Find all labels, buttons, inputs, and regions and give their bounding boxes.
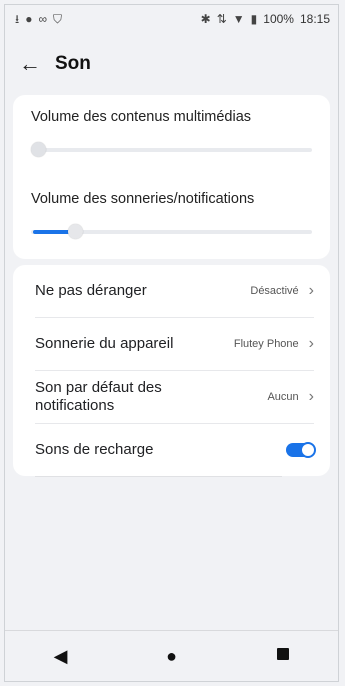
volume-card: Volume des contenus multimédias Volume d… [13, 95, 330, 259]
app-bar: ← Son [5, 33, 338, 95]
back-arrow-icon[interactable]: ← [19, 51, 55, 77]
do-not-disturb-row[interactable]: Ne pas déranger Désactivé › [35, 265, 314, 318]
charging-sounds-label: Sons de recharge [35, 441, 154, 458]
default-notification-sound-row[interactable]: Son par défaut des notifications Aucun › [35, 371, 314, 424]
settings-card: Ne pas déranger Désactivé › Sonnerie du … [13, 265, 330, 476]
chevron-right-icon: › [308, 335, 314, 352]
slider-thumb[interactable] [31, 142, 46, 157]
nav-home-icon[interactable]: ● [152, 646, 192, 667]
ringtone-label: Sonnerie du appareil [35, 335, 174, 352]
divider [35, 476, 282, 477]
media-volume-slider[interactable] [31, 142, 312, 157]
do-not-disturb-value: Désactivé [250, 285, 299, 297]
media-volume-label: Volume des contenus multimédias [31, 109, 252, 125]
clock: 18:15 [299, 12, 330, 26]
android-icon: ● [25, 12, 33, 26]
charging-sounds-row[interactable]: Sons de recharge [35, 424, 316, 476]
ringer-volume-slider[interactable] [31, 224, 312, 239]
link-icon: ∞ [38, 12, 48, 26]
chevron-right-icon: › [308, 388, 314, 405]
battery-icon: ▮ [250, 12, 258, 26]
ringtone-value: Flutey Phone [233, 338, 299, 350]
data-arrows-icon: ⇅ [216, 12, 227, 26]
nav-recents-button[interactable] [263, 647, 303, 665]
charging-sounds-toggle[interactable] [286, 442, 316, 458]
shield-icon: ⛉ [53, 12, 63, 26]
default-notification-sound-value: Aucun [267, 391, 299, 403]
page-title: Son [55, 53, 91, 74]
navigation-bar: ◀ ● [5, 630, 338, 681]
slider-thumb[interactable] [67, 224, 83, 239]
ringtone-row[interactable]: Sonnerie du appareil Flutey Phone › [35, 318, 314, 371]
recents-icon [276, 648, 289, 660]
toggle-knob [300, 442, 316, 458]
bluetooth-icon: ✱ [200, 12, 211, 26]
upload-icon: ⭳ [15, 12, 20, 26]
chevron-right-icon: › [308, 282, 314, 299]
slider-track [31, 148, 312, 152]
slider-fill [33, 230, 70, 234]
battery-percentage: 100% [263, 12, 294, 26]
status-bar: ⭳ ● ∞ ⛉ ✱ ⇅ ▼ ▮ 100% 18:15 [5, 5, 338, 33]
wifi-icon: ▼ [232, 12, 245, 26]
screen: ⭳ ● ∞ ⛉ ✱ ⇅ ▼ ▮ 100% 18:15 ← Son Volume … [4, 4, 339, 682]
do-not-disturb-label: Ne pas déranger [35, 282, 147, 299]
default-notification-sound-label: Son par défaut des notifications [35, 379, 162, 414]
ringer-volume-label: Volume des sonneries/notifications [31, 191, 255, 207]
nav-back-icon[interactable]: ◀ [41, 646, 81, 667]
